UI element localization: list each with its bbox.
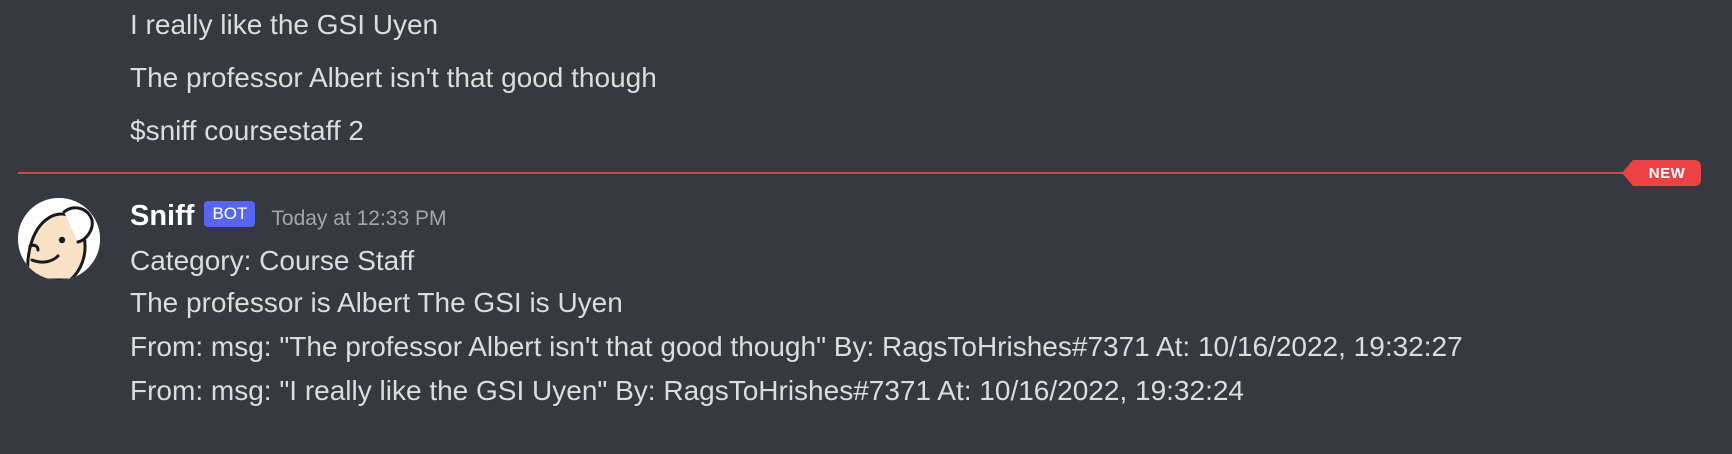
- new-messages-divider: [18, 172, 1640, 174]
- message-text: $sniff coursestaff 2: [130, 115, 364, 146]
- message-text: The professor Albert isn't that good tho…: [130, 62, 657, 93]
- message-text: I really like the GSI Uyen: [130, 9, 439, 40]
- message-text: From: msg: "I really like the GSI Uyen" …: [130, 375, 1244, 406]
- message-text: From: msg: "The professor Albert isn't t…: [130, 331, 1463, 362]
- bot-badge: BOT: [204, 201, 256, 227]
- new-messages-badge: NEW: [1622, 160, 1701, 186]
- message-text: Category: Course Staff: [130, 245, 415, 276]
- message-text: The professor is Albert The GSI is Uyen: [130, 287, 623, 318]
- message-timestamp[interactable]: Today at 12:33 PM: [271, 207, 446, 231]
- message-header: Sniff BOT Today at 12:33 PM: [130, 196, 447, 236]
- username[interactable]: Sniff: [130, 200, 194, 233]
- avatar[interactable]: [18, 198, 100, 280]
- dog-avatar-icon: [18, 198, 100, 280]
